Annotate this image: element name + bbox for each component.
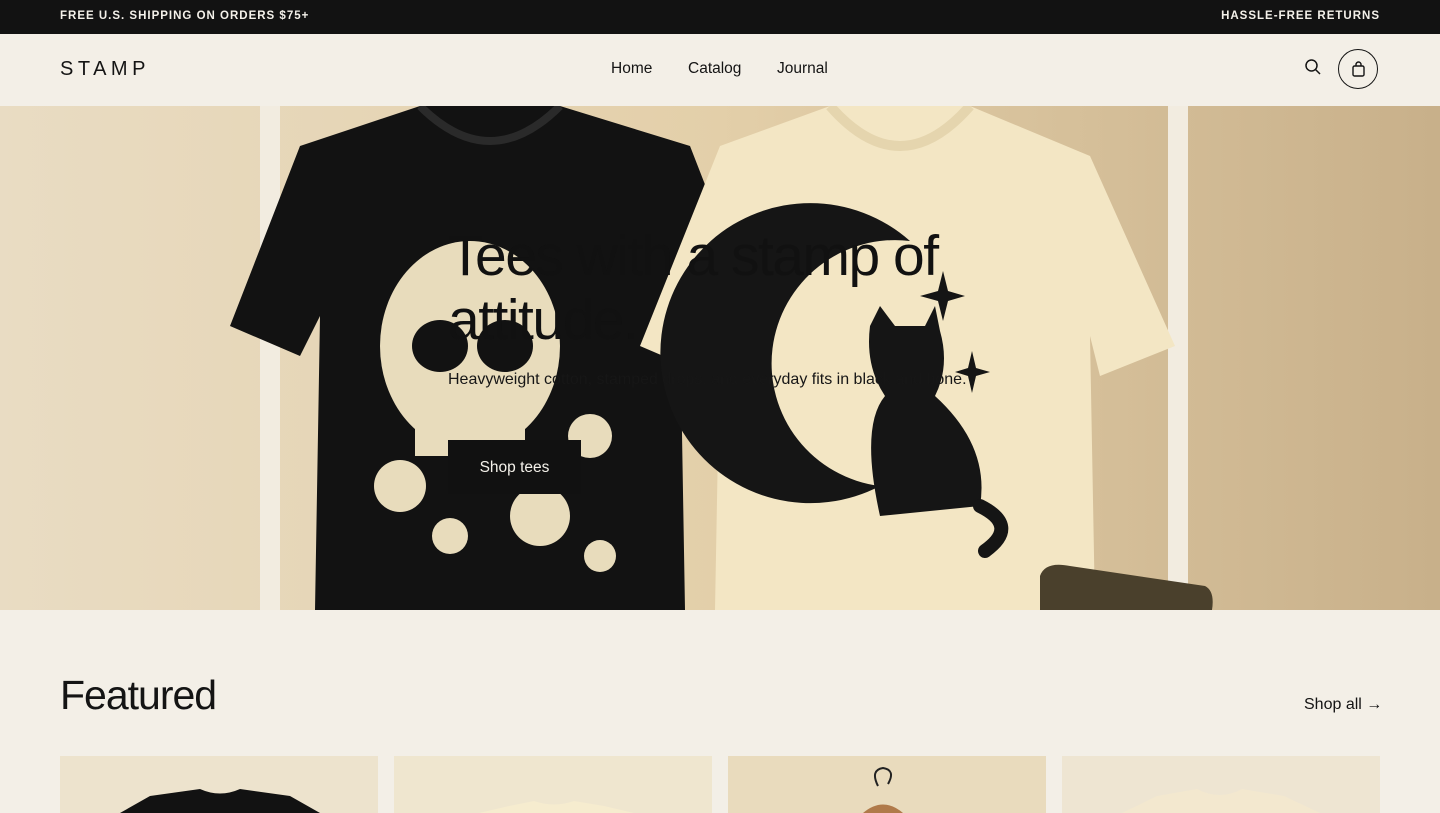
shipping-message: FREE U.S. SHIPPING ON ORDERS $75+ <box>60 10 310 22</box>
product-image <box>1122 789 1320 813</box>
product-image <box>120 789 320 813</box>
hero-banner: Tees with a stamp of attitude. Heavyweig… <box>0 106 1440 610</box>
product-image <box>863 766 903 813</box>
site-header: STAMP Home Catalog Journal <box>0 34 1440 106</box>
announcement-bar: FREE U.S. SHIPPING ON ORDERS $75+ HASSLE… <box>0 0 1440 34</box>
product-card[interactable] <box>728 756 1046 813</box>
cart-button[interactable] <box>1338 49 1378 89</box>
returns-message: HASSLE-FREE RETURNS <box>1221 10 1380 22</box>
hero-image <box>0 106 1440 610</box>
shop-all-link[interactable]: Shop all → <box>1304 696 1382 714</box>
nav-journal[interactable]: Journal <box>777 60 828 78</box>
shop-tees-button[interactable]: Shop tees <box>448 440 581 494</box>
product-card[interactable] <box>394 756 712 813</box>
product-image <box>479 801 634 813</box>
product-card[interactable] <box>1062 756 1380 813</box>
hero-subtitle: Heavyweight cotton, stamped drops, and e… <box>448 371 967 388</box>
hero-title: Tees with a stamp of attitude. <box>448 224 939 352</box>
featured-heading: Featured <box>60 672 217 718</box>
logo[interactable]: STAMP <box>60 58 150 81</box>
search-icon[interactable] <box>1304 58 1326 80</box>
nav-catalog[interactable]: Catalog <box>688 60 741 78</box>
nav-home[interactable]: Home <box>611 60 652 78</box>
product-card[interactable] <box>60 756 378 813</box>
shopping-bag-icon <box>1352 61 1365 77</box>
